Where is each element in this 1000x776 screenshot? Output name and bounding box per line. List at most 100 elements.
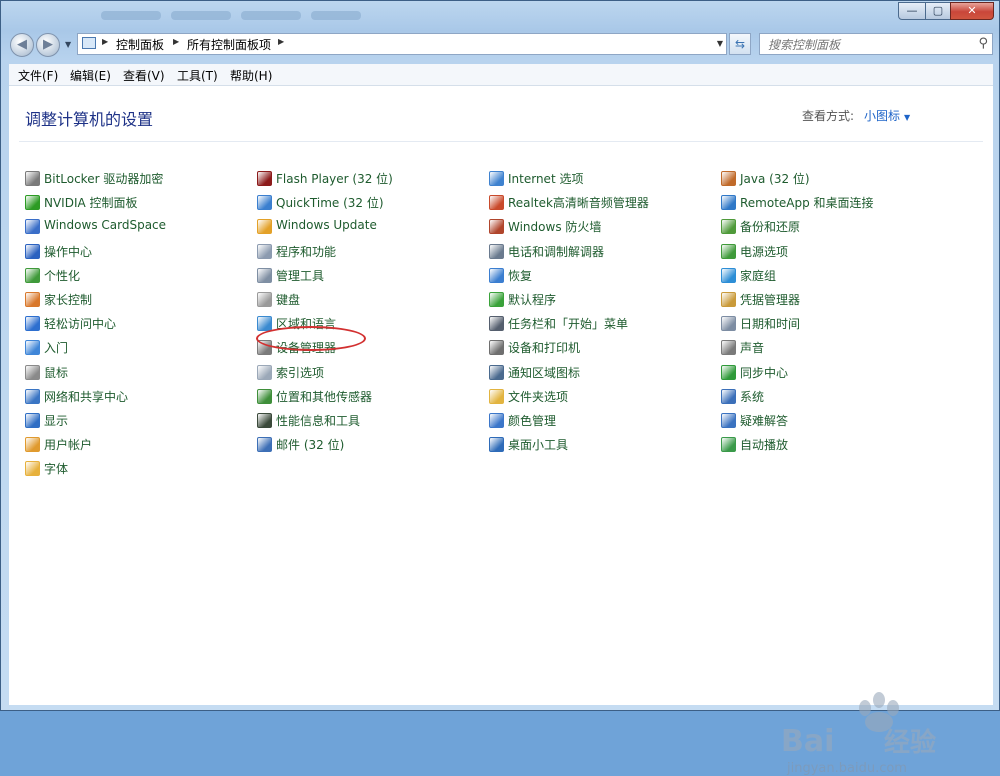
sync-center-icon <box>721 364 736 380</box>
control-panel-item-label: 键盘 <box>276 293 301 307</box>
title-bar[interactable]: — ▢ ✕ <box>1 1 999 27</box>
control-panel-item-label: 鼠标 <box>44 365 69 380</box>
control-panel-item-label: 字体 <box>44 462 69 477</box>
chevron-right-icon[interactable]: ▶ <box>102 37 108 46</box>
cardspace-icon <box>25 219 40 235</box>
quicktime-icon <box>257 195 272 211</box>
control-panel-item-label: 邮件 (32 位) <box>276 438 345 453</box>
breadcrumb-control-panel[interactable]: 控制面板 <box>116 36 164 53</box>
search-box[interactable]: ⚲ <box>759 33 993 55</box>
chevron-down-icon: ▼ <box>904 113 911 122</box>
control-panel-item-label: 个性化 <box>44 268 81 283</box>
navigation-bar: ◀ ▶ ▼ ▶ 控制面板 ▶ 所有控制面板项 ▶ ▼ ⇆ ⚲ <box>7 31 995 59</box>
troubleshooting-icon <box>721 413 736 428</box>
bitlocker-icon <box>25 171 40 186</box>
control-panel-item-label: 疑难解答 <box>740 414 789 428</box>
autoplay-icon <box>721 437 736 453</box>
control-panel-item-label: 日期和时间 <box>740 317 801 332</box>
firewall-icon <box>489 219 504 235</box>
control-panel-item-label: 索引选项 <box>276 365 325 380</box>
control-panel-item-label: 电话和调制解调器 <box>508 244 605 259</box>
divider <box>19 141 983 142</box>
realtek-audio-icon <box>489 195 504 211</box>
breadcrumb-all-items[interactable]: 所有控制面板项 <box>187 36 271 53</box>
control-panel-item-label: 恢复 <box>508 268 533 283</box>
refresh-button[interactable]: ⇆ <box>729 33 751 55</box>
mouse-icon <box>25 364 40 380</box>
control-panel-item-label: 入门 <box>44 341 69 356</box>
menu-view[interactable]: 查看(V) <box>123 67 165 84</box>
control-panel-item-label: 设备和打印机 <box>508 341 581 356</box>
control-panel-item-label: 备份和还原 <box>740 220 801 235</box>
control-panel-item-label: 位置和其他传感器 <box>276 389 373 404</box>
control-panel-item-label: BitLocker 驱动器加密 <box>44 172 164 186</box>
phone-modem-icon <box>489 243 504 259</box>
flash-player-icon <box>257 171 272 186</box>
chevron-right-icon[interactable]: ▶ <box>173 37 179 46</box>
control-panel-item-label: 家庭组 <box>740 268 777 283</box>
flag-icon <box>25 243 40 259</box>
forward-arrow-icon: ▶ <box>43 37 53 52</box>
backup-restore-icon <box>721 219 736 235</box>
baidu-jingyan-watermark: Bai 经验 jingyan.baidu.com <box>781 692 936 776</box>
control-panel-item-label: Internet 选项 <box>508 172 584 186</box>
control-panel-item-label: 家长控制 <box>44 293 93 307</box>
sound-icon <box>721 340 736 356</box>
date-time-icon <box>721 316 736 332</box>
back-arrow-icon: ◀ <box>17 37 27 52</box>
color-management-icon <box>489 413 504 428</box>
control-panel-icon <box>82 37 96 49</box>
minimize-button[interactable]: — <box>898 2 926 20</box>
ease-of-access-icon <box>25 316 40 332</box>
control-panel-item-label: 轻松访问中心 <box>44 317 117 332</box>
svg-text:经验: 经验 <box>884 727 936 758</box>
control-panel-item-label: RemoteApp 和桌面连接 <box>740 196 874 211</box>
view-by-dropdown[interactable]: 小图标 ▼ <box>864 107 910 124</box>
view-by-value: 小图标 <box>864 109 901 123</box>
printer-icon <box>489 340 504 356</box>
forward-button[interactable]: ▶ <box>36 33 60 57</box>
remoteapp-icon <box>721 195 736 211</box>
control-panel-item-label: NVIDIA 控制面板 <box>44 196 138 211</box>
menu-file[interactable]: 文件(F) <box>18 67 58 84</box>
control-panel-window: — ▢ ✕ ◀ ▶ ▼ ▶ 控制面板 ▶ 所有控制面板项 ▶ ▼ ⇆ ⚲ 文件(… <box>0 0 1000 776</box>
taskbar-icon <box>489 316 504 332</box>
menu-edit[interactable]: 编辑(E) <box>70 67 111 84</box>
blurred-title <box>311 11 361 20</box>
display-icon <box>25 413 40 428</box>
control-panel-item-label: 网络和共享中心 <box>44 389 129 404</box>
close-button[interactable]: ✕ <box>950 2 994 20</box>
notification-icon <box>489 364 504 380</box>
control-panel-item-label: 操作中心 <box>44 244 93 259</box>
search-input[interactable] <box>766 35 970 55</box>
svg-text:jingyan.baidu.com: jingyan.baidu.com <box>786 761 907 776</box>
control-panel-item-label: 同步中心 <box>740 365 789 380</box>
blurred-title <box>171 11 231 20</box>
location-sensors-icon <box>257 388 272 404</box>
control-panel-item-label: 性能信息和工具 <box>276 414 361 428</box>
nvidia-icon <box>25 195 40 211</box>
control-panel-item-label: 凭据管理器 <box>740 293 801 307</box>
chevron-right-icon[interactable]: ▶ <box>278 37 284 46</box>
recent-pages-dropdown[interactable]: ▼ <box>65 40 71 49</box>
blurred-title <box>241 11 301 20</box>
search-icon[interactable]: ⚲ <box>978 36 988 51</box>
mail-icon <box>257 437 272 453</box>
menu-bar: 文件(F) 编辑(E) 查看(V) 工具(T) 帮助(H) <box>9 64 993 86</box>
address-bar[interactable]: ▶ 控制面板 ▶ 所有控制面板项 ▶ ▼ <box>77 33 727 55</box>
menu-tools[interactable]: 工具(T) <box>177 67 218 84</box>
view-by-label: 查看方式: <box>802 109 855 123</box>
maximize-button[interactable]: ▢ <box>925 2 951 20</box>
control-panel-item-label: 声音 <box>740 341 765 356</box>
back-button[interactable]: ◀ <box>10 33 34 57</box>
network-icon <box>25 388 40 404</box>
content-pane: 调整计算机的设置 查看方式: 小图标 ▼ BitLocker 驱动器加密 NVIDI… <box>9 86 993 776</box>
control-panel-item-label: Windows 防火墙 <box>508 220 602 235</box>
internet-options-icon <box>489 171 504 186</box>
power-options-icon <box>721 243 736 259</box>
address-dropdown-icon[interactable]: ▼ <box>717 39 723 48</box>
user-accounts-icon <box>25 437 40 453</box>
menu-help[interactable]: 帮助(H) <box>230 67 272 84</box>
control-panel-item-label: 管理工具 <box>276 268 325 283</box>
control-panel-item-label: Flash Player (32 位) <box>276 172 393 186</box>
